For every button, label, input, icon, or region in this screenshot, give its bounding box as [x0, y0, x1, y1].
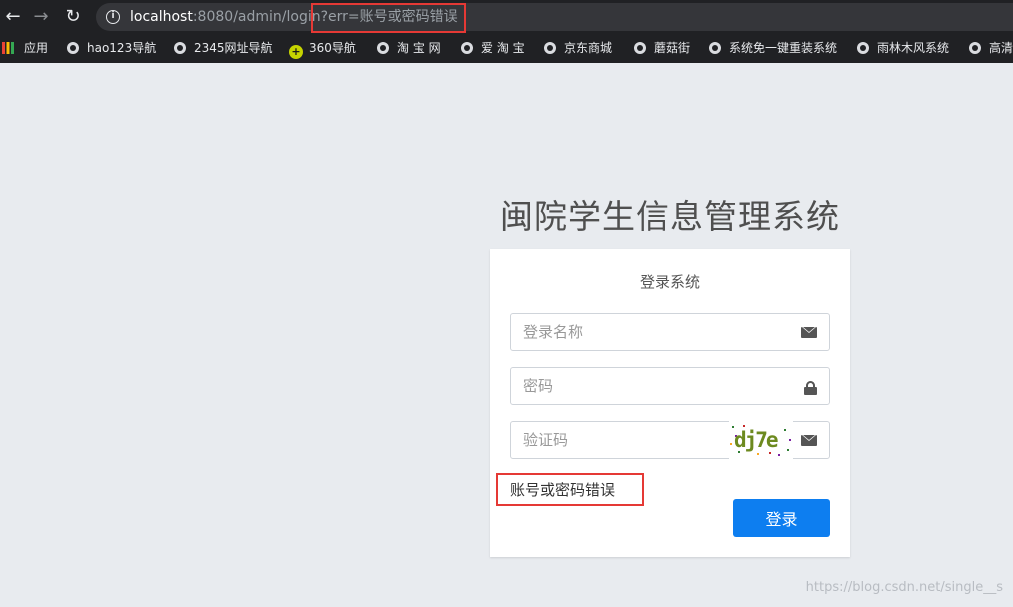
login-card-title: 登录系统 — [639, 273, 700, 291]
globe-icon — [377, 42, 389, 54]
forward-button[interactable]: → — [28, 4, 54, 30]
bookmark-label: 京东商城 — [564, 41, 613, 55]
bookmarks-bar: 应用 hao123导航 2345网址导航 +360导航 淘 宝 网 爱 淘 宝 … — [0, 34, 1013, 63]
globe-icon — [634, 42, 646, 54]
watermark: https://blog.csdn.net/single__s — [805, 580, 1003, 595]
login-card: 登录系统 dj7e 账号或密码错误 登录 — [490, 249, 850, 557]
back-button[interactable]: ← — [0, 4, 26, 30]
bookmark-2345[interactable]: 2345网址导航 — [174, 34, 273, 63]
bookmark-label: 360导航 — [309, 41, 356, 55]
globe-icon — [969, 42, 981, 54]
password-field — [510, 367, 830, 405]
url-host: localhost — [130, 9, 193, 25]
globe-icon — [544, 42, 556, 54]
bookmark-label: 雨林木风系统 — [877, 41, 950, 55]
error-highlight-box — [496, 473, 644, 506]
bookmark-yulin[interactable]: 雨林木风系统 — [857, 34, 949, 63]
globe-icon — [709, 42, 721, 54]
bookmark-label: 爱 淘 宝 — [481, 41, 525, 55]
bookmark-label: 2345网址导航 — [194, 41, 273, 55]
bookmark-label: 淘 宝 网 — [397, 41, 441, 55]
captcha-image[interactable]: dj7e — [729, 421, 793, 459]
username-field — [510, 313, 830, 351]
reload-button[interactable]: ↻ — [60, 4, 86, 30]
bookmark-label: 蘑菇街 — [654, 41, 691, 55]
bookmark-360[interactable]: +360导航 — [289, 34, 356, 63]
bookmark-taobao[interactable]: 淘 宝 网 — [377, 34, 441, 63]
envelope-icon — [801, 435, 817, 446]
bookmark-apps[interactable]: 应用 — [2, 34, 48, 63]
bookmark-gaoqing[interactable]: 高清 — [969, 34, 1013, 63]
bookmark-system-install[interactable]: 系统免一键重装系统 — [709, 34, 837, 63]
envelope-icon — [801, 327, 817, 338]
apps-icon — [2, 42, 14, 54]
page-title: 闽院学生信息管理系统 — [500, 197, 840, 236]
address-bar[interactable]: i localhost:8080/admin/login?err=账号或密码错误 — [96, 3, 1013, 31]
bookmark-label: hao123导航 — [87, 41, 157, 55]
bookmark-jd[interactable]: 京东商城 — [544, 34, 612, 63]
bookmark-hao123[interactable]: hao123导航 — [67, 34, 156, 63]
bookmark-ai-taobao[interactable]: 爱 淘 宝 — [461, 34, 525, 63]
globe-icon — [857, 42, 869, 54]
plus-icon: + — [289, 45, 303, 59]
bookmark-label: 应用 — [24, 41, 49, 55]
bookmark-label: 系统免一键重装系统 — [729, 41, 838, 55]
bookmark-mogujie[interactable]: 蘑菇街 — [634, 34, 690, 63]
password-input[interactable] — [511, 368, 829, 404]
login-button[interactable]: 登录 — [733, 499, 830, 537]
captcha-field: dj7e — [510, 421, 830, 459]
lock-icon — [804, 381, 817, 395]
globe-icon — [461, 42, 473, 54]
browser-toolbar: ← → ↻ i localhost:8080/admin/login?err=账… — [0, 0, 1013, 34]
bookmark-label: 高清 — [989, 41, 1013, 55]
globe-icon — [67, 42, 79, 54]
info-icon[interactable]: i — [106, 10, 120, 24]
username-input[interactable] — [511, 314, 829, 350]
url-error-highlight-box — [311, 3, 466, 33]
captcha-code: dj7e — [734, 428, 778, 452]
globe-icon — [174, 42, 186, 54]
